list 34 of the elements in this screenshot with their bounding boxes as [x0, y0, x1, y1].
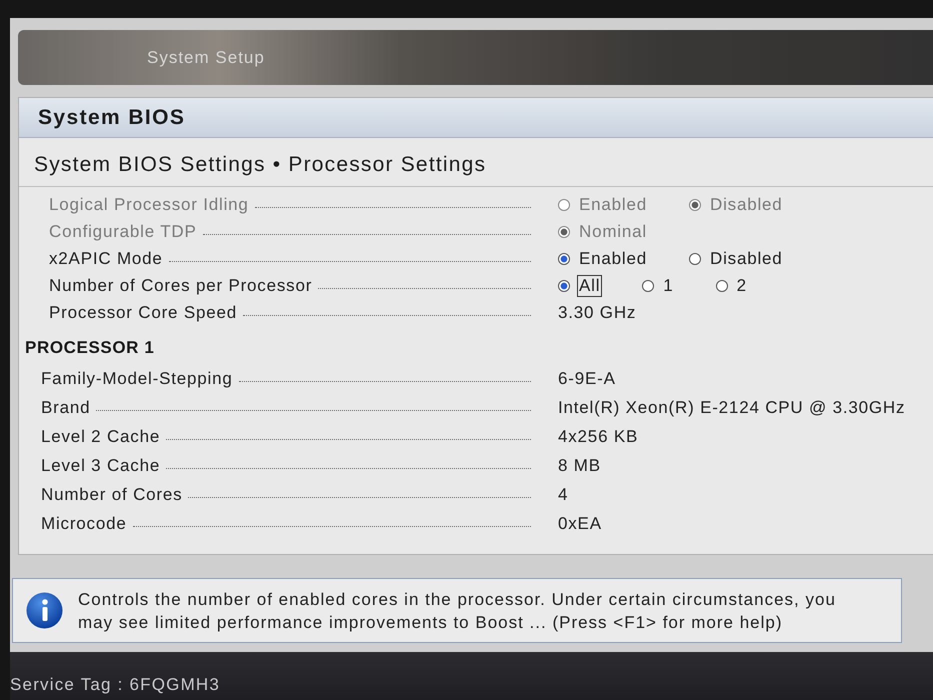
service-tag: Service Tag : 6FQGMH3	[10, 672, 220, 697]
setting-label: Number of Cores per Processor	[49, 275, 312, 298]
info-label: Microcode	[41, 513, 127, 536]
info-label: Level 2 Cache	[41, 426, 160, 448]
info-icon	[26, 592, 63, 629]
breadcrumb: System BIOS Settings • Processor Settings	[34, 153, 486, 176]
info-value: 6-9E-A	[558, 368, 616, 390]
radio-icon[interactable]	[642, 280, 654, 292]
setting-label: Processor Core Speed	[49, 302, 237, 324]
radio-option[interactable]: 1	[642, 275, 676, 297]
setting-value: 3.30 GHz	[558, 302, 636, 324]
radio-icon[interactable]	[558, 280, 570, 292]
setting-label: Configurable TDP	[49, 221, 197, 244]
info-label: Level 3 Cache	[41, 455, 160, 478]
info-value: 8 MB	[558, 455, 601, 478]
section-heading: PROCESSOR 1	[25, 336, 154, 359]
setting-label: x2APIC Mode	[49, 248, 163, 270]
info-label: Number of Cores	[41, 484, 182, 506]
info-label: Family-Model-Stepping	[41, 368, 233, 390]
radio-option[interactable]: 2	[716, 275, 749, 297]
radio-icon[interactable]	[716, 280, 728, 292]
info-value: 4x256 KB	[558, 426, 638, 448]
radio-option[interactable]: Disabled	[689, 248, 785, 270]
info-value: Intel(R) Xeon(R) E-2124 CPU @ 3.30GHz	[558, 397, 906, 420]
app-title: System Setup	[147, 46, 265, 69]
setting-label: Logical Processor Idling	[49, 194, 249, 216]
radio-icon[interactable]	[689, 253, 701, 265]
radio-icon[interactable]	[558, 253, 570, 265]
info-value: 0xEA	[558, 513, 602, 536]
radio-option[interactable]: Enabled	[558, 248, 649, 270]
help-text: Controls the number of enabled cores in the processor. Under certain circumstances, you may see limited performance improvements to Boost ... (Press <F1> for more help)	[78, 588, 837, 634]
panel-title: System BIOS	[38, 104, 186, 131]
info-label: Brand	[41, 397, 90, 420]
info-value: 4	[558, 484, 568, 506]
